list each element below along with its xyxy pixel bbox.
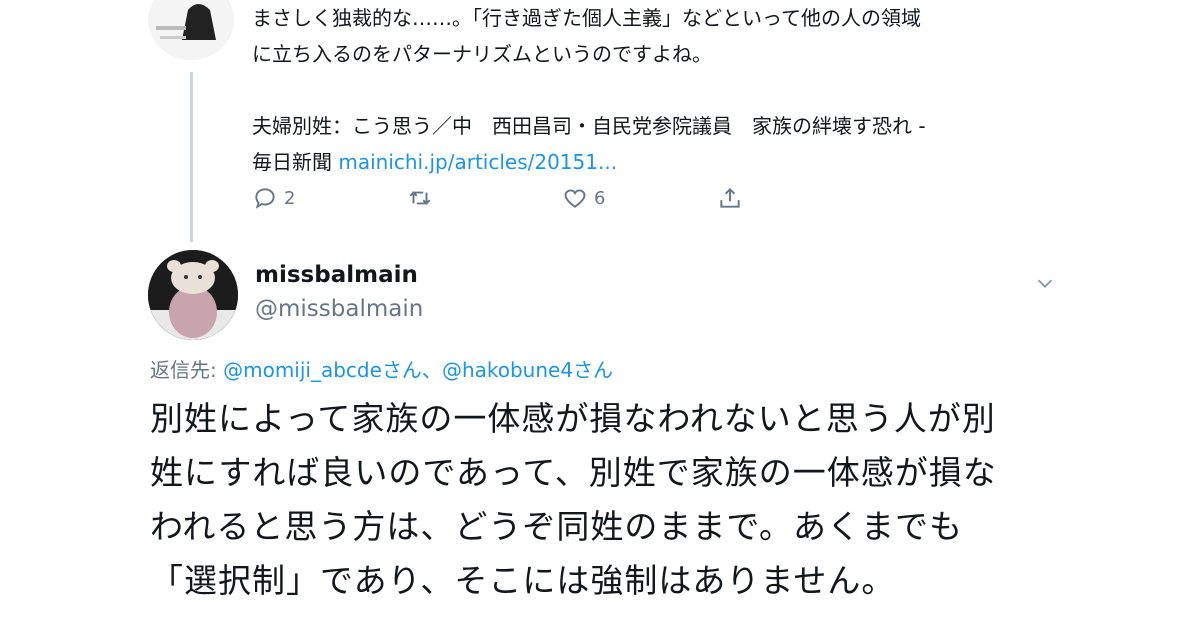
- tweet-body: 別姓によって家族の一体感が損なわれないと思う人が別 姓にすれば良いのであって、別…: [150, 392, 1060, 608]
- top-tweet-text-line: まさしく独裁的な……。「行き過ぎた個人主義」などといって他の人の領域: [252, 6, 921, 30]
- source-name: 毎日新聞: [252, 150, 339, 174]
- tweet-text-line: われると思う方は、どうぞ同姓のままで。あくまでも: [150, 507, 964, 546]
- reply-to-line: 返信先: @momiji_abcdeさん、@hakobune4さん: [150, 354, 613, 383]
- like-count: 6: [594, 187, 606, 209]
- retweet-icon: [409, 191, 431, 205]
- tweet-text-line: 姓にすれば良いのであって、別姓で家族の一体感が損な: [150, 453, 997, 492]
- display-name[interactable]: missbalmain: [255, 262, 418, 288]
- share-icon: [720, 187, 740, 208]
- article-link[interactable]: mainichi.jp/articles/20151...: [338, 150, 617, 174]
- top-tweet-text-line: に立ち入るのをパターナリズムというのですよね。: [252, 42, 712, 66]
- mention-link[interactable]: @hakobune4: [442, 358, 573, 382]
- quoted-article-source: 毎日新聞 mainichi.jp/articles/20151...: [252, 144, 1072, 180]
- reply-button[interactable]: 2: [252, 180, 295, 216]
- like-button[interactable]: 6: [562, 180, 605, 216]
- reply-count: 2: [284, 187, 296, 209]
- reply-to-label: 返信先:: [150, 358, 224, 382]
- reply-icon: [255, 188, 275, 209]
- quoted-article-title: 夫婦別姓：こう思う／中 西田昌司・自民党参院議員 家族の絆壊す恐れ -: [252, 114, 926, 138]
- top-tweet-body: まさしく独裁的な……。「行き過ぎた個人主義」などといって他の人の領域 に立ち入る…: [252, 0, 1072, 180]
- mention-suffix: さん: [573, 358, 614, 382]
- top-tweet-avatar[interactable]: [148, 0, 234, 60]
- mention-link[interactable]: @momiji_abcde: [223, 358, 382, 382]
- tweet-text-line: 「選択制」であり、そこには強制はありません。: [150, 561, 896, 600]
- thread-connector-line: [190, 72, 193, 242]
- user-avatar[interactable]: [148, 250, 238, 340]
- chevron-down-icon[interactable]: [1034, 272, 1056, 294]
- retweet-button[interactable]: [407, 180, 433, 216]
- share-button[interactable]: [717, 180, 743, 216]
- tweet-actions: 2 6: [252, 180, 772, 216]
- tweet-text-line: 別姓によって家族の一体感が損なわれないと思う人が別: [150, 399, 996, 438]
- user-handle[interactable]: @missbalmain: [255, 296, 423, 322]
- heart-icon: [564, 189, 586, 208]
- mention-suffix: さん、: [381, 358, 442, 382]
